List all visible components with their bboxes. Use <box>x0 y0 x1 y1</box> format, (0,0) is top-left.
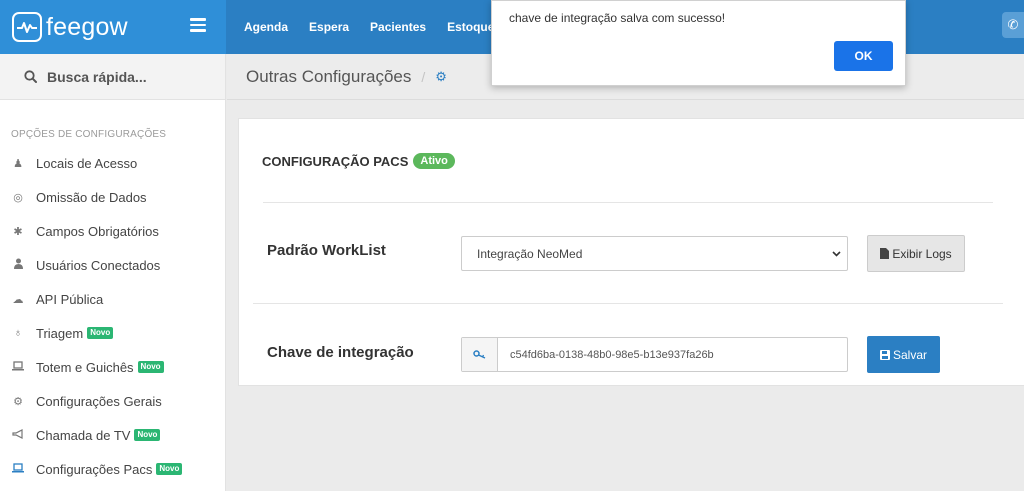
sidebar-item-label: API Pública <box>36 291 104 307</box>
sidebar-item-label: Configurações Gerais <box>36 393 162 409</box>
nav-espera[interactable]: Espera <box>309 20 349 34</box>
search-icon <box>24 70 37 83</box>
sidebar-item-label: Campos Obrigatórios <box>36 223 159 239</box>
pacs-config-card: CONFIGURAÇÃO PACS Ativo Padrão WorkList … <box>238 118 1024 386</box>
sidebar-item-label: Omissão de Dados <box>36 189 147 205</box>
search-label: Busca rápida... <box>47 68 147 85</box>
divider <box>253 303 1003 304</box>
sidebar-item-omissao-de-dados[interactable]: ◎ Omissão de Dados <box>0 180 225 214</box>
page-title: Outras Configurações <box>246 66 412 86</box>
new-badge: Novo <box>134 429 161 441</box>
new-badge: Novo <box>156 463 183 475</box>
sidebar-item-configuracoes-gerais[interactable]: ⚙ Configurações Gerais <box>0 384 225 418</box>
worklist-selected-value: Integração NeoMed <box>477 246 583 261</box>
top-nav: Agenda Espera Pacientes Estoque <box>244 0 515 54</box>
quick-search[interactable]: Busca rápida... <box>0 54 225 100</box>
alert-dialog: chave de integração salva com sucesso! O… <box>491 0 906 86</box>
file-icon <box>880 248 890 259</box>
cogs-icon: ⚙ <box>435 68 447 84</box>
new-badge: Novo <box>137 361 164 373</box>
sidebar-item-label: Usuários Conectados <box>36 257 161 273</box>
sidebar-item-label: Triagem <box>36 325 84 341</box>
sidebar-item-label: Totem e Guichês <box>36 359 134 375</box>
sidebar-item-usuarios-conectados[interactable]: Usuários Conectados <box>0 248 225 282</box>
breadcrumb-separator: / <box>421 68 426 85</box>
laptop-icon <box>11 360 25 374</box>
nav-pacientes[interactable]: Pacientes <box>370 20 426 34</box>
sidebar: Busca rápida... OPÇÕES DE CONFIGURAÇÕES … <box>0 54 226 491</box>
map-marker-icon: ♟ <box>13 157 23 170</box>
save-button[interactable]: Salvar <box>867 336 940 373</box>
ok-button[interactable]: OK <box>834 41 893 71</box>
sidebar-item-label: Chamada de TV <box>36 427 131 443</box>
chevron-down-icon <box>832 251 841 257</box>
worklist-label: Padrão WorkList <box>267 242 386 259</box>
sidebar-item-label: Configurações Pacs <box>36 461 153 477</box>
laptop-icon <box>11 462 25 476</box>
integration-key-field[interactable]: c54fd6ba-0138-48b0-98e5-b13e937fa26b <box>461 337 848 372</box>
floppy-icon <box>879 349 890 360</box>
show-logs-button[interactable]: Exibir Logs <box>867 235 965 272</box>
cloud-icon: ☁ <box>12 293 24 306</box>
integration-key-label: Chave de integração <box>267 344 414 361</box>
sidebar-item-api-publica[interactable]: ☁ API Pública <box>0 282 225 316</box>
nav-estoque[interactable]: Estoque <box>447 20 494 34</box>
sidebar-item-configuracoes-pacs[interactable]: Configurações Pacs Novo <box>0 452 225 486</box>
sidebar-item-triagem[interactable]: ♁ Triagem Novo <box>0 316 225 350</box>
integration-key-input[interactable]: c54fd6ba-0138-48b0-98e5-b13e937fa26b <box>498 338 714 371</box>
menu-toggle-icon[interactable] <box>190 18 206 32</box>
sidebar-heading: OPÇÕES DE CONFIGURAÇÕES <box>11 129 167 140</box>
sidebar-item-campos-obrigatorios[interactable]: ✱ Campos Obrigatórios <box>0 214 225 248</box>
user-icon <box>11 258 25 272</box>
brand-name: feegow <box>46 12 128 41</box>
show-logs-label: Exibir Logs <box>892 246 952 261</box>
save-label: Salvar <box>892 347 927 362</box>
pacs-title: CONFIGURAÇÃO PACS <box>262 153 409 169</box>
asterisk-icon: ✱ <box>13 225 23 238</box>
sidebar-item-label: Locais de Acesso <box>36 155 138 171</box>
new-badge: Novo <box>87 327 114 339</box>
bullhorn-icon <box>11 428 25 442</box>
dialog-message: chave de integração salva com sucesso! <box>509 11 726 25</box>
card-title: CONFIGURAÇÃO PACS Ativo <box>262 153 455 169</box>
divider <box>263 202 993 203</box>
sidebar-item-locais-de-acesso[interactable]: ♟ Locais de Acesso <box>0 146 225 180</box>
heartbeat-icon <box>12 12 42 42</box>
status-badge: Ativo <box>413 153 455 169</box>
phone-icon[interactable]: ✆ <box>1002 12 1024 38</box>
eye-slash-icon: ◎ <box>13 191 23 204</box>
cogs-icon: ⚙ <box>13 395 23 408</box>
sidebar-item-totem-e-guiches[interactable]: Totem e Guichês Novo <box>0 350 225 384</box>
sidebar-item-chamada-de-tv[interactable]: Chamada de TV Novo <box>0 418 225 452</box>
worklist-select[interactable]: Integração NeoMed <box>461 236 848 271</box>
key-icon <box>462 338 498 371</box>
nav-agenda[interactable]: Agenda <box>244 20 288 34</box>
stethoscope-icon: ♁ <box>13 327 23 339</box>
